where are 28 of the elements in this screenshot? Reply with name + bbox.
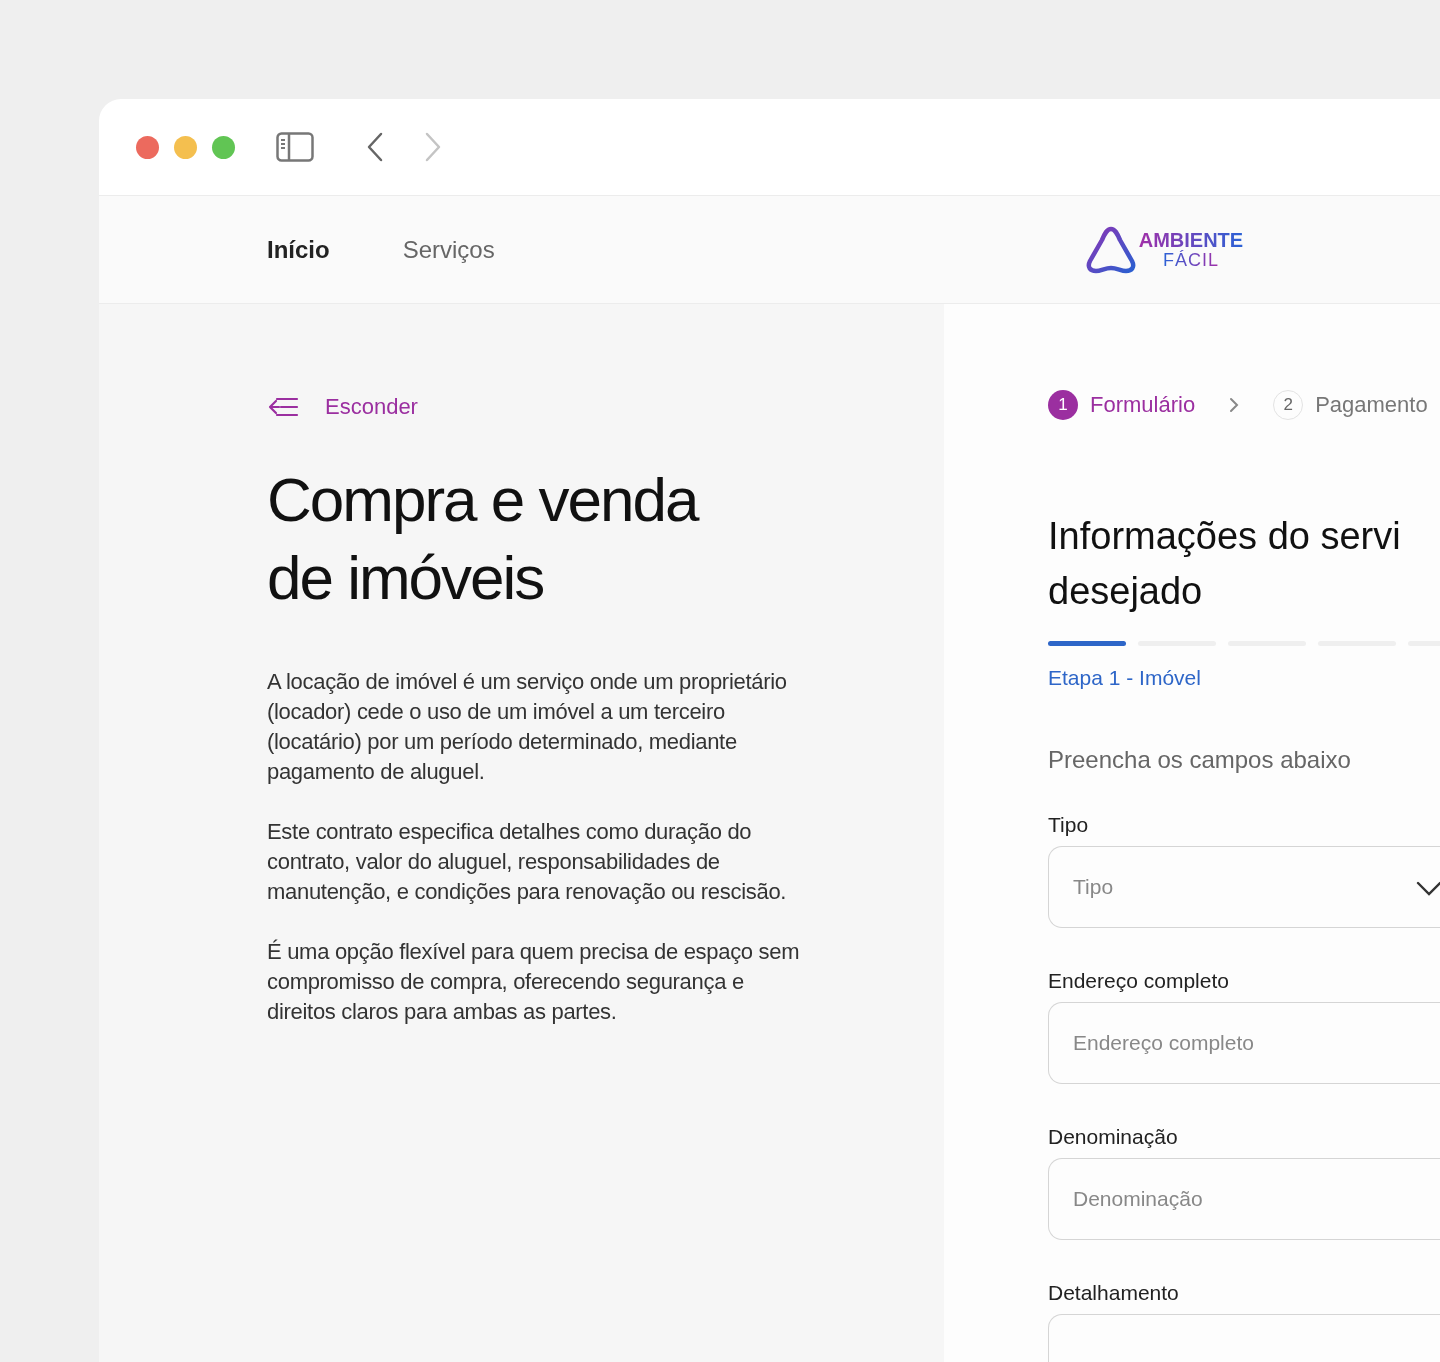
field-label: Endereço completo	[1048, 967, 1230, 994]
window-control-button[interactable]	[136, 135, 159, 159]
sidebar-icon[interactable]	[276, 132, 314, 162]
step-number: 1	[1048, 389, 1078, 420]
hide-button[interactable]: Esconder	[267, 390, 418, 423]
description-paragraph: A locação de imóvel é um serviço onde um proprietário (locador) cede o uso de um imóvel a um terceiro (locatário) por um período determinado, mediante pagamento de aluguel.	[267, 668, 788, 786]
window-control-button[interactable]	[212, 135, 235, 159]
field-label: Denominação	[1048, 1123, 1179, 1150]
input-field[interactable]: Denominação	[1048, 1157, 1440, 1240]
field-label: Tipo	[1048, 811, 1090, 838]
description-paragraph: Este contrato especifica detalhes como duração do contrato, valor do aluguel, responsabilidades de manutenção, e condições para renovação ou rescisão.	[267, 818, 788, 906]
chevron-right-icon	[1229, 396, 1240, 413]
form-subtitle: Preencha os campos abaixo	[1048, 744, 1352, 775]
back-button[interactable]	[366, 132, 384, 162]
step-label[interactable]: Pagamento	[1315, 388, 1428, 421]
page-heading: Compra e venda de imóveis	[267, 464, 700, 614]
nav-link[interactable]: Serviços	[402, 231, 495, 268]
field-label: Detalhamento	[1048, 1279, 1180, 1306]
stage-label: Etapa 1 - Imóvel	[1048, 665, 1202, 691]
chevron-down-icon	[1416, 879, 1440, 896]
step-label[interactable]: Formulário	[1090, 388, 1196, 421]
nav-link[interactable]: Início	[267, 231, 330, 268]
form-title: desejado	[1048, 569, 1204, 614]
form-title: Informações do servi	[1048, 514, 1402, 559]
select-field[interactable]: Tipo	[1048, 845, 1440, 928]
input-field[interactable]: Endereço completo	[1048, 1001, 1440, 1084]
window-control-button[interactable]	[174, 135, 197, 159]
description-paragraph: É uma opção flexível para quem precisa de espaço sem compromisso de compra, oferecendo segurança e direitos claros para ambas as partes.	[267, 938, 801, 1026]
